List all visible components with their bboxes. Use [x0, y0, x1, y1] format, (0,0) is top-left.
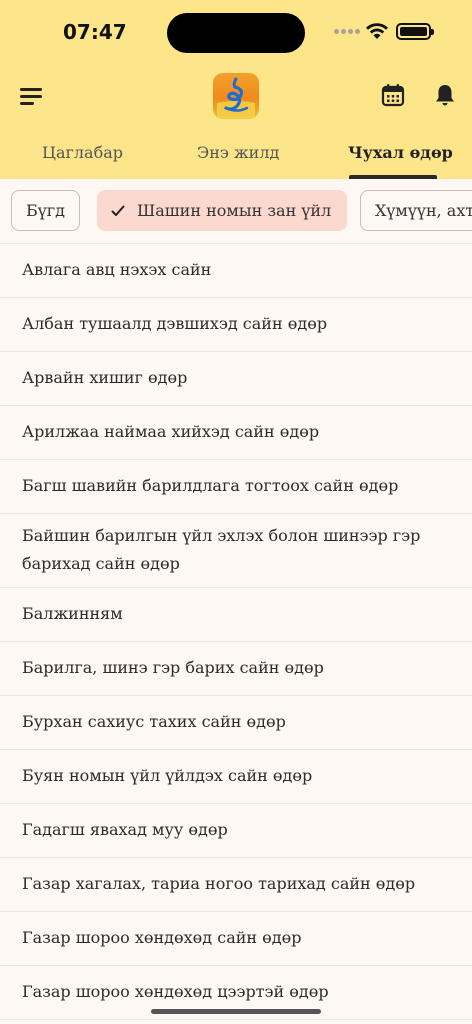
filter-chips: Бүгд Шашин номын зан үйл Хүмүүн, ахт — [0, 179, 472, 243]
battery-icon — [396, 23, 434, 40]
list-item-label: Газар хагалах, тариа ногоо тарихад сайн … — [22, 874, 416, 893]
tab-important-days[interactable]: Чухал өдөр — [348, 143, 453, 162]
tab-this-year[interactable]: Энэ жилд — [197, 143, 279, 162]
status-time: 07:47 — [63, 20, 127, 44]
list-item-label: Арилжаа наймаа хийхэд сайн өдөр — [22, 422, 320, 441]
filter-chip-people[interactable]: Хүмүүн, ахт — [360, 190, 472, 231]
filter-chip-all[interactable]: Бүгд — [11, 190, 81, 231]
list-item-label: Гадагш явахад муу өдөр — [22, 820, 228, 839]
calendar-icon[interactable] — [381, 83, 405, 107]
wifi-icon — [366, 23, 388, 39]
list-item[interactable]: Барилга, шинэ гэр барих сайн өдөр — [0, 642, 472, 696]
dynamic-island — [167, 13, 305, 53]
filter-chip-label: Шашин номын зан үйл — [137, 201, 332, 220]
list-item-label: Газар шороо хөндөхөд цээртэй өдөр — [22, 982, 329, 1001]
status-bar: 07:47 — [0, 0, 472, 62]
app-header: 07:47 Цаглабар Энэ жилд Чухал өдөр — [0, 0, 472, 179]
list-item-label: Арвайн хишиг өдөр — [22, 368, 188, 387]
check-icon — [111, 205, 125, 216]
filter-chip-label: Бүгд — [26, 201, 66, 220]
list-item-label: Барилга, шинэ гэр барих сайн өдөр — [22, 658, 324, 677]
list-item-label: Балжинням — [22, 604, 123, 623]
signal-icon — [334, 29, 360, 34]
list-item-label: Газар шороо хөндөхөд сайн өдөр — [22, 928, 302, 947]
list-item-label: Байшин барилгын үйл эхлэх болон шинээр г… — [22, 526, 421, 573]
list-item[interactable]: Бурхан сахиус тахих сайн өдөр — [0, 696, 472, 750]
list-item-label: Бурхан сахиус тахих сайн өдөр — [22, 712, 286, 731]
list-item[interactable]: Газар шороо хөндөхөд сайн өдөр — [0, 912, 472, 966]
list-item[interactable]: Арилжаа наймаа хийхэд сайн өдөр — [0, 406, 472, 460]
list-item[interactable]: Албан тушаалд дэвшихэд сайн өдөр — [0, 298, 472, 352]
important-days-list: Авлага авц нэхэх сайн Албан тушаалд дэвш… — [0, 243, 472, 1020]
list-item-label: Багш шавийн барилдлага тогтоох сайн өдөр — [22, 476, 399, 495]
app-logo — [213, 73, 259, 119]
list-item[interactable]: Гадагш явахад муу өдөр — [0, 804, 472, 858]
filter-chip-label: Хүмүүн, ахт — [375, 201, 472, 220]
list-item[interactable]: Газар хагалах, тариа ногоо тарихад сайн … — [0, 858, 472, 912]
list-item[interactable]: Авлага авц нэхэх сайн — [0, 244, 472, 298]
list-item[interactable]: Арвайн хишиг өдөр — [0, 352, 472, 406]
bell-icon[interactable] — [433, 83, 457, 107]
list-item-label: Авлага авц нэхэх сайн — [22, 260, 212, 279]
list-item-label: Албан тушаалд дэвшихэд сайн өдөр — [22, 314, 328, 333]
menu-icon[interactable] — [20, 86, 44, 106]
list-item[interactable]: Багш шавийн барилдлага тогтоох сайн өдөр — [0, 460, 472, 514]
list-item[interactable]: Балжинням — [0, 588, 472, 642]
list-item[interactable]: Байшин барилгын үйл эхлэх болон шинээр г… — [0, 514, 472, 588]
list-item-label: Буян номын үйл үйлдэх сайн өдөр — [22, 766, 313, 785]
filter-chip-religious-rituals[interactable]: Шашин номын зан үйл — [97, 190, 348, 231]
tab-calendar[interactable]: Цаглабар — [42, 143, 123, 162]
list-item[interactable]: Буян номын үйл үйлдэх сайн өдөр — [0, 750, 472, 804]
home-indicator[interactable] — [151, 1009, 321, 1014]
